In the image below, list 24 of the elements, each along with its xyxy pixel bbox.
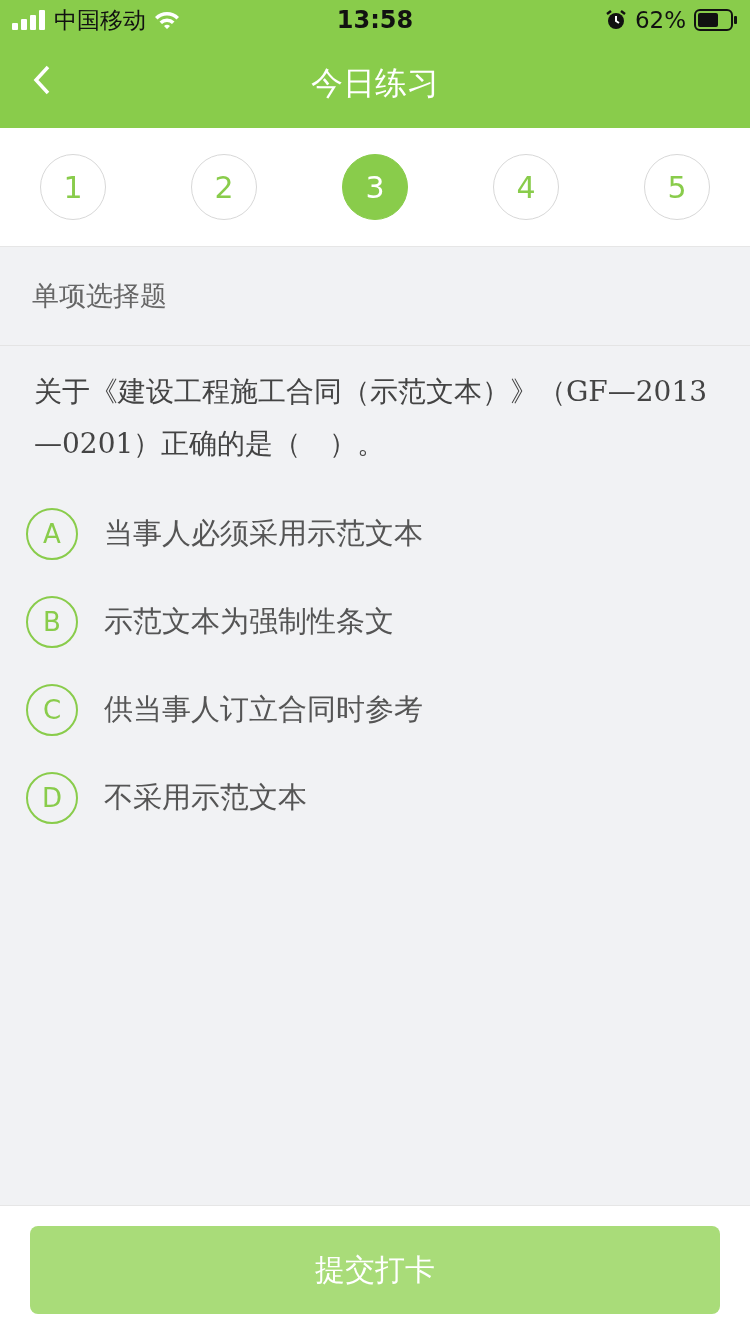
- option-text[interactable]: 示范文本为强制性条文: [104, 602, 394, 642]
- question-number[interactable]: 2: [191, 154, 257, 220]
- signal-icon: [12, 10, 46, 30]
- option-letter[interactable]: B: [26, 596, 78, 648]
- option-letter[interactable]: A: [26, 508, 78, 560]
- option-letter[interactable]: C: [26, 684, 78, 736]
- question-number[interactable]: 3: [342, 154, 408, 220]
- battery-icon: [694, 9, 738, 31]
- option-text[interactable]: 供当事人订立合同时参考: [104, 690, 423, 730]
- alarm-icon: [604, 9, 627, 31]
- option-text[interactable]: 不采用示范文本: [104, 778, 307, 818]
- clock-time: 13:58: [336, 6, 414, 34]
- option-text[interactable]: 当事人必须采用示范文本: [104, 514, 423, 554]
- battery-percent: 62%: [634, 7, 686, 33]
- option-letter[interactable]: D: [26, 772, 78, 824]
- question-number[interactable]: 1: [40, 154, 106, 220]
- question-type: 单项选择题: [0, 247, 750, 346]
- page-title: 今日练习: [311, 63, 439, 104]
- wifi-icon: [154, 10, 180, 30]
- carrier-name: 中国移动: [54, 5, 146, 35]
- question-number[interactable]: 4: [493, 154, 559, 220]
- question-text: 关于《建设工程施工合同（示范文本）》（GF—2013—0201）正确的是（ ）。: [34, 374, 709, 462]
- question-number[interactable]: 5: [644, 154, 710, 220]
- back-icon: [32, 64, 52, 96]
